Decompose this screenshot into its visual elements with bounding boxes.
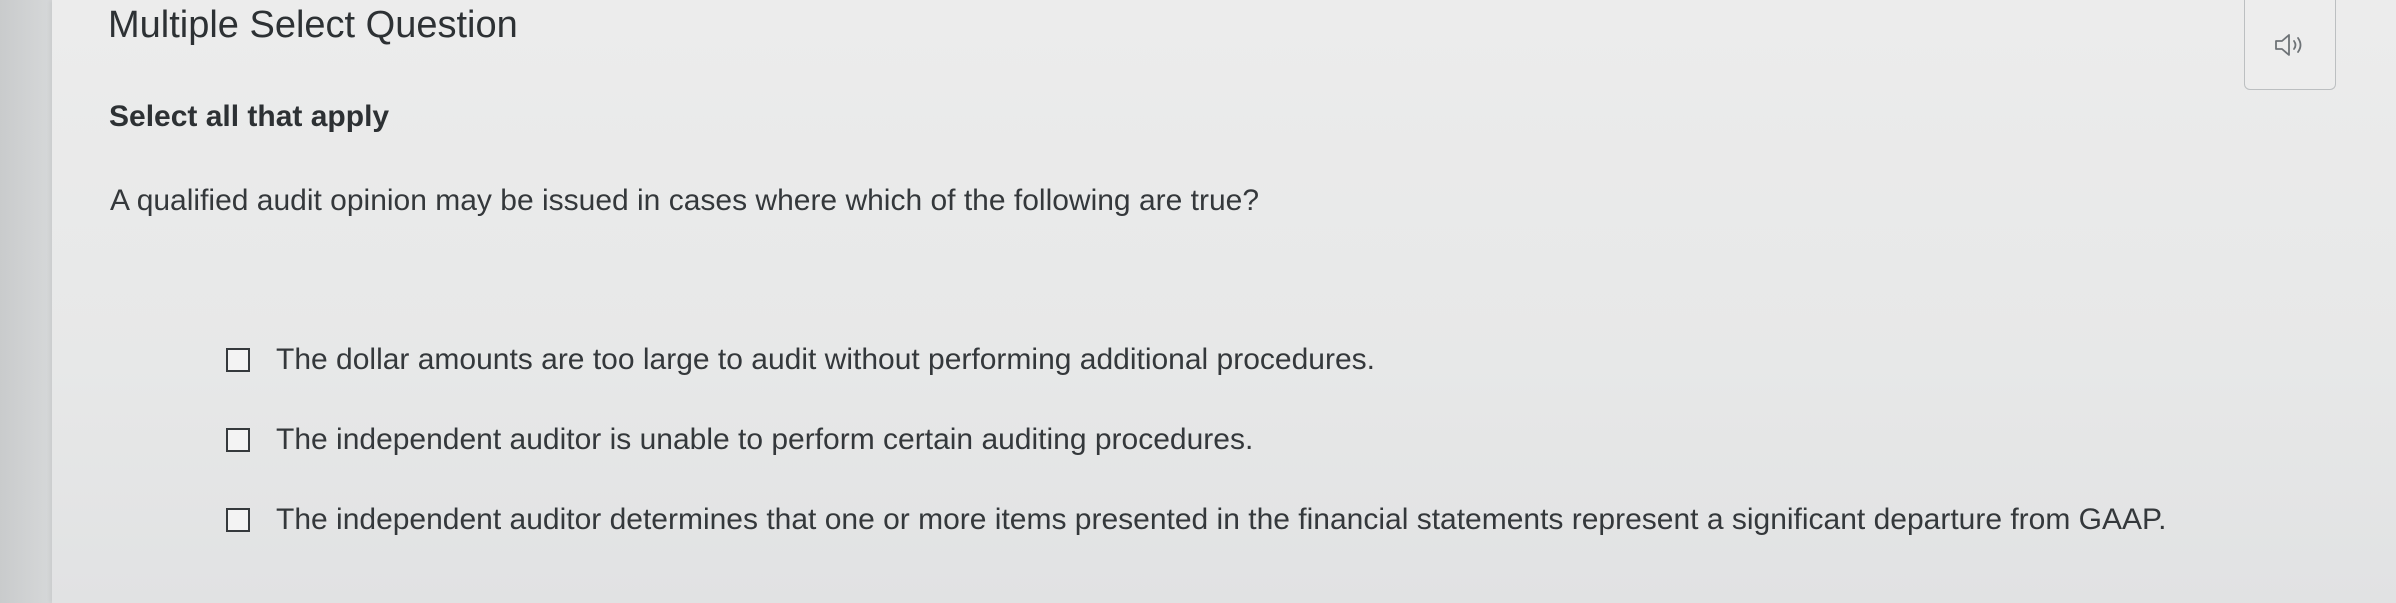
answer-option-label: The independent auditor determines that … bbox=[276, 503, 2167, 536]
answer-options: The dollar amounts are too large to audi… bbox=[226, 340, 2167, 580]
instruction-text: Select all that apply bbox=[109, 100, 390, 133]
answer-option-label: The independent auditor is unable to per… bbox=[276, 423, 1254, 456]
question-type-title: Multiple Select Question bbox=[108, 4, 518, 46]
answer-option-label: The dollar amounts are too large to audi… bbox=[276, 343, 1375, 376]
checkbox[interactable] bbox=[226, 428, 250, 452]
left-gutter bbox=[0, 0, 52, 603]
answer-option-2[interactable]: The independent auditor is unable to per… bbox=[226, 420, 2167, 460]
question-prompt: A qualified audit opinion may be issued … bbox=[110, 184, 1260, 217]
question-panel: Multiple Select Question Select all that… bbox=[52, 0, 2396, 603]
read-aloud-button[interactable] bbox=[2244, 0, 2336, 90]
answer-option-3[interactable]: The independent auditor determines that … bbox=[226, 500, 2167, 540]
speaker-icon bbox=[2275, 33, 2302, 56]
checkbox[interactable] bbox=[226, 508, 250, 532]
checkbox[interactable] bbox=[226, 348, 250, 372]
answer-option-1[interactable]: The dollar amounts are too large to audi… bbox=[226, 340, 2167, 380]
